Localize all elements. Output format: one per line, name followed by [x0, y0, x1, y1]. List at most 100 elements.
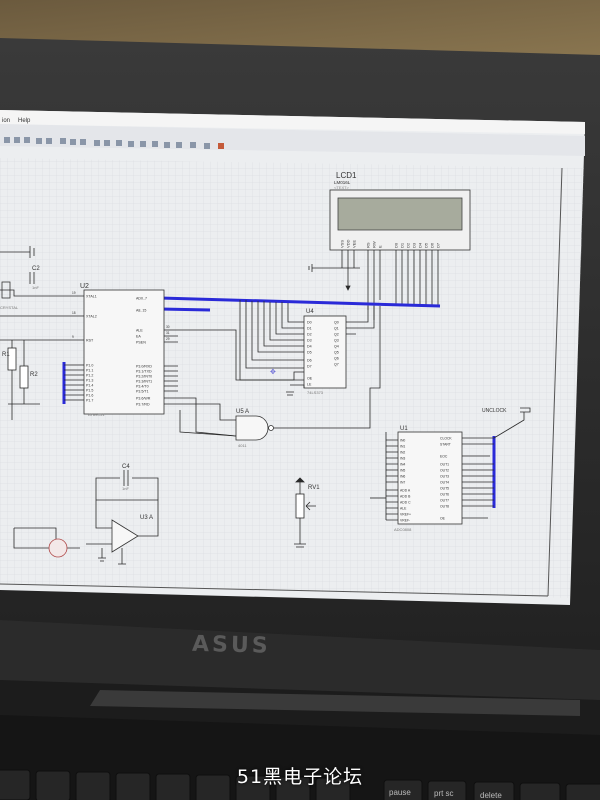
u1-pin-label: VREF-	[400, 519, 410, 523]
lcd-pin-label: VEE	[352, 240, 357, 248]
key-delete-label: delete	[480, 791, 502, 800]
lcd-hint: <TEXT>	[334, 185, 350, 190]
r2-ref: R2	[30, 372, 38, 378]
u2-pin-label: P3.3/INT1	[136, 380, 152, 384]
u5-part: 4011	[238, 443, 247, 448]
u2-pin-label: P3.1/TXD	[136, 370, 152, 374]
toolbar-icon[interactable]	[116, 140, 122, 146]
toolbar-icon[interactable]	[36, 138, 42, 144]
u2-pin-number: 30	[166, 325, 170, 329]
u2-pin-label: PSEN	[136, 341, 146, 345]
u2-pin-label: P3.6/WR	[136, 397, 151, 401]
toolbar-icon[interactable]	[140, 141, 146, 147]
cursor-marker-icon: ✥	[270, 368, 276, 376]
toolbar-icon[interactable]	[46, 138, 52, 144]
lcd-pin-label: E	[378, 245, 383, 248]
u1-pin-label: ADD A	[400, 489, 411, 493]
toolbar-icon[interactable]	[70, 139, 76, 145]
menu-item-partial[interactable]: ion	[2, 118, 10, 124]
lcd-pin-label: VSS	[340, 240, 345, 248]
rv1-ref: RV1	[308, 485, 320, 491]
toolbar-icon[interactable]	[14, 137, 20, 143]
u1-pin-label: OE	[440, 517, 446, 521]
u1-pin-label: OUT6	[440, 493, 449, 497]
menu-item-help[interactable]: Help	[18, 118, 31, 124]
u2-pin-number: 9	[72, 335, 74, 339]
toolbar-icon[interactable]	[176, 142, 182, 148]
u4-pin-label: Q3	[334, 339, 339, 343]
u1-pin-label: IN1	[400, 445, 405, 449]
lcd-pin-label: D4	[418, 242, 423, 248]
watermark-caption: 51黑电子论坛	[236, 766, 364, 788]
u4-part: 74LS373	[307, 390, 324, 395]
u4-pin-label: D3	[307, 339, 312, 343]
u2-pin-number: 31	[166, 331, 170, 335]
u4-pin-label: D6	[307, 359, 312, 363]
u1-pin-label: OUT1	[440, 463, 449, 467]
r1-ref: R1	[2, 352, 10, 358]
toolbar-icon[interactable]	[94, 140, 100, 146]
u1-pin-label: OUT4	[440, 481, 449, 485]
lcd-pin-label: D7	[436, 242, 441, 248]
u2-pin-label: P1.1	[86, 369, 93, 373]
u2-pin-number: 19	[72, 291, 76, 295]
toolbar-icon[interactable]	[218, 143, 224, 149]
toolbar-icon[interactable]	[128, 141, 134, 147]
key-pause-label: pause	[389, 788, 411, 797]
toolbar-icon[interactable]	[24, 137, 30, 143]
u2-pin-label: ALE	[136, 329, 143, 333]
u4-pin-label: Q2	[334, 333, 339, 337]
u2-pin-label: P1.0	[86, 364, 93, 368]
lcd-pin-label: VDD	[346, 239, 351, 248]
toolbar-icon[interactable]	[4, 137, 10, 143]
u1-pin-label: EOC	[440, 455, 448, 459]
u1-pin-label: OUT8	[440, 505, 449, 509]
u3-ref: U3 A	[140, 515, 153, 521]
toolbar-icon[interactable]	[152, 141, 158, 147]
lcd-pin-label: D0	[394, 242, 399, 248]
u4-ref: U4	[306, 309, 314, 315]
toolbar-icon[interactable]	[60, 138, 66, 144]
u1-pin-label: START	[440, 443, 451, 447]
u1-pin-label: OUT5	[440, 487, 449, 491]
lcd-pin-label: D1	[400, 242, 405, 248]
u2-ref: U2	[80, 283, 89, 290]
u2-pin-label: AD0..7	[136, 297, 147, 301]
u2-pin-label: P1.3	[86, 379, 93, 383]
u4-pin-label: D0	[307, 321, 312, 325]
u1-pin-label: OUT7	[440, 499, 449, 503]
u2-pin-label: P1.6	[86, 394, 93, 398]
u1-pin-label: IN7	[400, 481, 405, 485]
toolbar-icon[interactable]	[164, 142, 170, 148]
lcd-pin-label: D2	[406, 242, 411, 248]
u4-pin-label: D1	[307, 327, 312, 331]
u1-pin-label: ADD C	[400, 501, 411, 505]
u2-pin-label: XTAL1	[86, 295, 97, 299]
u4-pin-label: D4	[307, 345, 312, 349]
toolbar-icon[interactable]	[190, 142, 196, 148]
lcd-pin-label: D6	[430, 242, 435, 248]
u1-pin-label: IN3	[400, 457, 405, 461]
u2-pin-label: P1.2	[86, 374, 93, 378]
u2-pin-label: P3.2/INT0	[136, 375, 152, 379]
c4-ref: C4	[122, 464, 130, 470]
u1-pin-label: IN5	[400, 469, 405, 473]
toolbar-icon[interactable]	[104, 140, 110, 146]
lcd-pin-label: D3	[412, 242, 417, 248]
crystal-label: CRYSTAL	[0, 305, 19, 310]
u4-pin-label: Q7	[334, 363, 339, 367]
u4-pin-label: OE	[307, 377, 313, 381]
lcd-pin-label: RS	[366, 242, 371, 248]
toolbar-icon[interactable]	[80, 139, 86, 145]
toolbar-icon[interactable]	[204, 143, 210, 149]
photo-scene: ion Help LCD1 LM016L <TEXT> VSS VDD VEE …	[0, 0, 600, 800]
u1-ref: U1	[400, 426, 408, 432]
c2-value: 1nF	[32, 285, 39, 290]
lcd-pin-label: D5	[424, 242, 429, 248]
u2-pin-label: P3.5/T1	[136, 390, 149, 394]
u4-pin-label: Q4	[334, 345, 339, 349]
brand-logo: ASUS	[192, 632, 271, 659]
u2-pin-label: P1.7	[86, 399, 93, 403]
c4-value: 1nF	[122, 486, 129, 491]
key-prtsc-label: prt sc	[434, 789, 454, 798]
